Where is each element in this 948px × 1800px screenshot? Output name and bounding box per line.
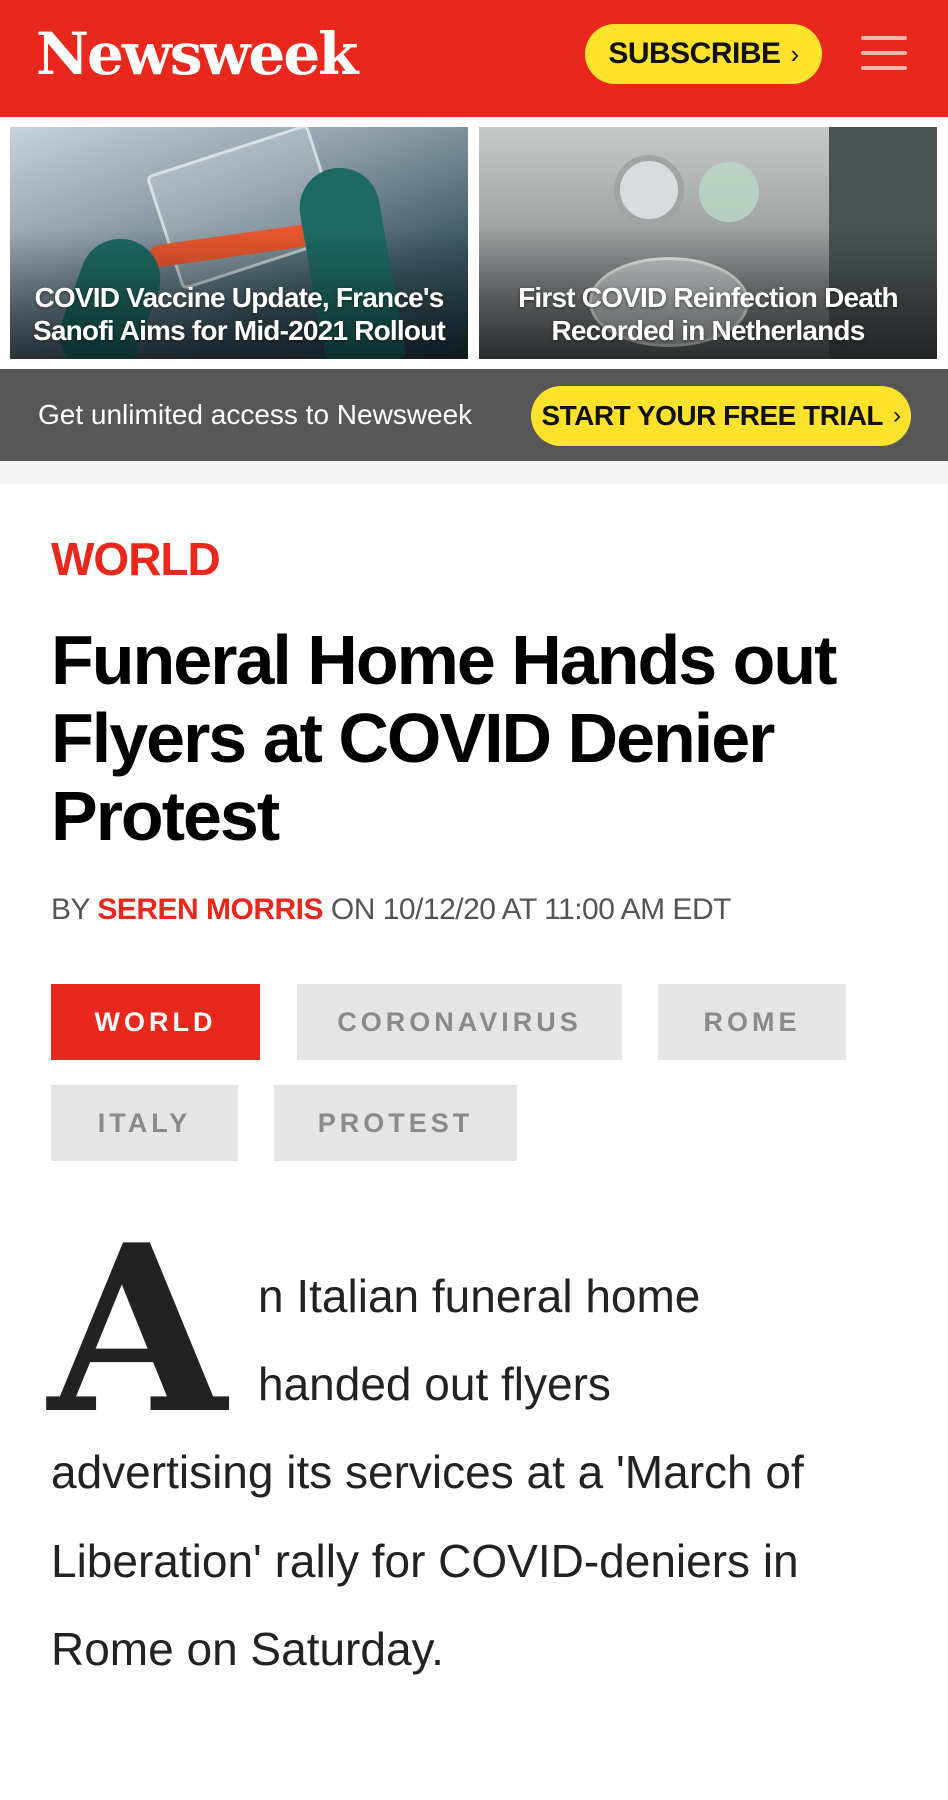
publish-date: ON 10/12/20 AT 11:00 AM EDT bbox=[330, 893, 732, 926]
medical-equipment-image bbox=[699, 162, 759, 222]
divider bbox=[0, 461, 948, 484]
promo-row: COVID Vaccine Update, France's Sanofi Ai… bbox=[0, 117, 948, 369]
medical-equipment-image bbox=[614, 155, 684, 225]
trial-button-label: START YOUR FREE TRIAL bbox=[541, 400, 884, 431]
subscribe-button[interactable]: SUBSCRIBE › bbox=[585, 24, 822, 84]
tag-rome[interactable]: ROME bbox=[658, 984, 846, 1060]
start-free-trial-button[interactable]: START YOUR FREE TRIAL › bbox=[531, 386, 911, 446]
hamburger-menu-icon[interactable] bbox=[861, 36, 907, 70]
tag-world[interactable]: WORLD bbox=[51, 984, 260, 1060]
free-trial-banner: Get unlimited access to Newsweek START Y… bbox=[0, 369, 948, 461]
article-body-line: handed out flyers bbox=[258, 1358, 611, 1410]
tag-italy[interactable]: ITALY bbox=[51, 1085, 238, 1161]
promo-card-reinfection[interactable]: First COVID Reinfection Death Recorded i… bbox=[479, 127, 937, 359]
article-body-line: n Italian funeral home bbox=[258, 1270, 701, 1322]
article-body-line: Liberation' rally for COVID-deniers in bbox=[51, 1535, 799, 1587]
tag-coronavirus[interactable]: CORONAVIRUS bbox=[297, 984, 622, 1060]
subscribe-label: SUBSCRIBE bbox=[608, 37, 781, 70]
site-header: Newsweek SUBSCRIBE › bbox=[0, 0, 948, 117]
headline-line: Protest bbox=[51, 777, 280, 855]
promo-card-title: COVID Vaccine Update, France's Sanofi Ai… bbox=[32, 282, 446, 346]
article-headline: Funeral Home Hands out Flyers at COVID D… bbox=[51, 621, 911, 855]
byline-prefix: BY bbox=[51, 893, 90, 926]
chevron-right-icon: › bbox=[790, 38, 800, 69]
chevron-right-icon: › bbox=[893, 402, 901, 429]
drop-cap: A bbox=[48, 1195, 227, 1465]
byline: BY SEREN MORRIS ON 10/12/20 AT 11:00 AM … bbox=[51, 890, 731, 930]
promo-card-title: First COVID Reinfection Death Recorded i… bbox=[518, 282, 899, 346]
article-body-line: Rome on Saturday. bbox=[51, 1623, 444, 1675]
newsweek-logo[interactable]: Newsweek bbox=[36, 22, 358, 86]
page: Newsweek SUBSCRIBE › COVID Vaccine Updat… bbox=[0, 0, 948, 1800]
trial-promo-text: Get unlimited access to Newsweek bbox=[38, 399, 473, 430]
article-category[interactable]: WORLD bbox=[51, 532, 221, 586]
promo-card-vaccine[interactable]: COVID Vaccine Update, France's Sanofi Ai… bbox=[10, 127, 468, 359]
headline-line: Funeral Home Hands out bbox=[51, 621, 837, 699]
author-link[interactable]: SEREN MORRIS bbox=[97, 893, 323, 926]
headline-line: Flyers at COVID Denier bbox=[51, 699, 775, 777]
tag-protest[interactable]: PROTEST bbox=[274, 1085, 517, 1161]
article-body-line: advertising its services at a 'March of bbox=[51, 1446, 804, 1498]
